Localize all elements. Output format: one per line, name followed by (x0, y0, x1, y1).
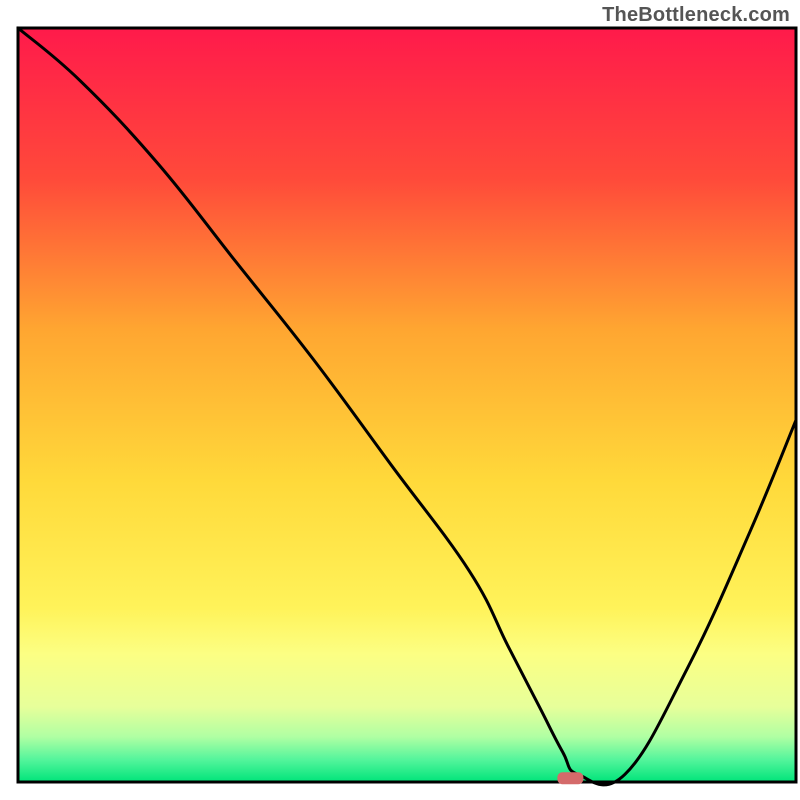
bottleneck-chart (0, 0, 800, 800)
chart-container: TheBottleneck.com (0, 0, 800, 800)
optimal-point-marker (557, 772, 583, 784)
watermark-label: TheBottleneck.com (602, 4, 790, 27)
plot-background (18, 28, 796, 782)
